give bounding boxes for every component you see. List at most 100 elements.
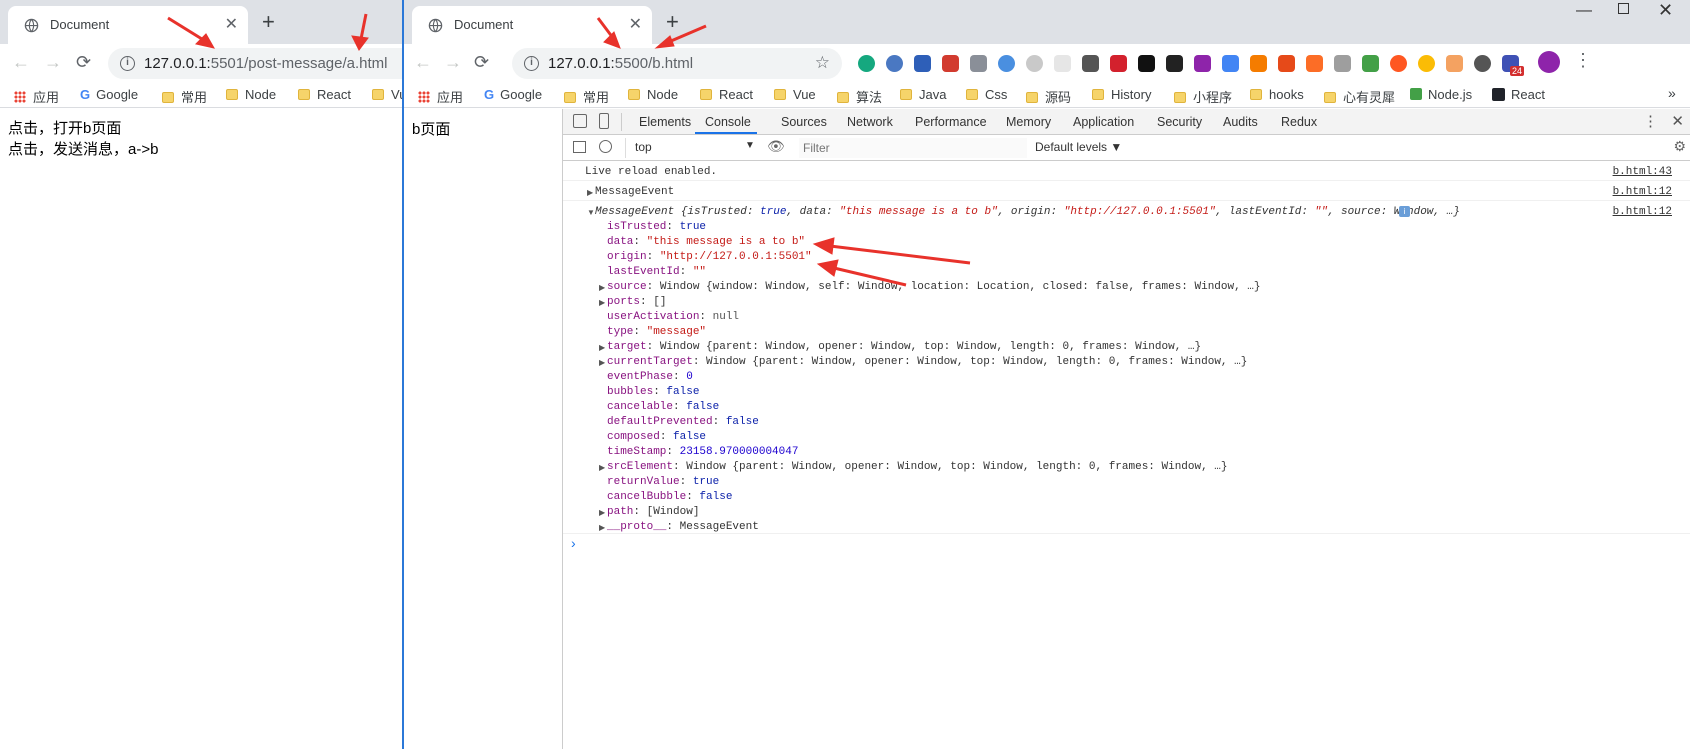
translate-icon[interactable] xyxy=(1222,55,1239,72)
settings-gear-icon[interactable]: ⚙ xyxy=(1673,138,1686,155)
pocket-icon[interactable] xyxy=(1474,55,1491,72)
extension-icon[interactable] xyxy=(942,55,959,72)
bookmark-folder[interactable]: Vue xyxy=(774,87,816,102)
expand-triangle-icon[interactable]: ▶ xyxy=(599,508,605,517)
bookmark-folder[interactable]: 常用 xyxy=(564,87,609,106)
bookmark-folder[interactable]: Css xyxy=(966,87,1007,102)
extension-icon[interactable] xyxy=(998,55,1015,72)
extension-icon[interactable] xyxy=(914,55,931,72)
extension-icon[interactable] xyxy=(1138,55,1155,72)
reload-icon[interactable]: ⟳ xyxy=(474,52,489,73)
expand-triangle-icon[interactable]: ▶ xyxy=(599,283,605,292)
inspect-icon[interactable] xyxy=(573,114,587,128)
tab-document[interactable]: Document ✕ xyxy=(8,6,248,44)
extension-icon[interactable] xyxy=(970,55,987,72)
bookmark-folder[interactable]: Java xyxy=(900,87,946,102)
extension-icon[interactable] xyxy=(1166,55,1183,72)
bookmark-folder[interactable]: Node xyxy=(226,87,276,102)
address-bar[interactable]: i 127.0.0.1:5501/post-message/a.html xyxy=(108,48,402,79)
tab-elements[interactable]: Elements xyxy=(639,115,691,129)
close-window-icon[interactable]: ✕ xyxy=(1658,0,1673,21)
extension-icon[interactable] xyxy=(886,55,903,72)
tab-performance[interactable]: Performance xyxy=(915,115,987,129)
back-icon[interactable]: ← xyxy=(414,52,432,73)
extension-icon[interactable] xyxy=(1250,55,1267,72)
expand-triangle-icon[interactable]: ▶ xyxy=(599,298,605,307)
maximize-icon[interactable] xyxy=(1618,3,1629,14)
grammarly-icon[interactable] xyxy=(858,55,875,72)
source-link[interactable]: b.html:43 xyxy=(1613,166,1672,178)
tab-document[interactable]: Document ✕ xyxy=(412,6,652,44)
close-tab-icon[interactable]: ✕ xyxy=(629,14,642,34)
tab-network[interactable]: Network xyxy=(847,115,893,129)
close-tab-icon[interactable]: ✕ xyxy=(225,14,238,34)
bookmark-google[interactable]: G Google xyxy=(484,87,542,102)
extension-icon[interactable] xyxy=(1390,55,1407,72)
bookmark-react[interactable]: React xyxy=(1492,87,1545,102)
source-link[interactable]: b.html:12 xyxy=(1613,186,1672,198)
bookmark-apps[interactable]: 应用 xyxy=(418,87,463,106)
source-link[interactable]: b.html:12 xyxy=(1613,206,1672,218)
send-message-link[interactable]: 点击，发送消息，a->b xyxy=(8,138,158,159)
eye-icon[interactable]: 👁 xyxy=(767,138,785,155)
extension-icon[interactable] xyxy=(1082,55,1099,72)
property-row[interactable]: path: [Window] xyxy=(607,506,699,518)
expand-triangle-icon[interactable]: ▶ xyxy=(599,343,605,352)
tab-security[interactable]: Security xyxy=(1157,115,1202,129)
bookmark-folder[interactable]: 常用 xyxy=(162,87,207,106)
context-select[interactable]: top xyxy=(635,140,652,154)
extension-icon[interactable] xyxy=(1446,55,1463,72)
extension-icon[interactable] xyxy=(1362,55,1379,72)
device-toolbar-icon[interactable] xyxy=(599,113,609,129)
property-row[interactable]: currentTarget: Window {parent: Window, o… xyxy=(607,356,1247,368)
expand-triangle-icon[interactable]: ▶ xyxy=(599,463,605,472)
new-tab-icon[interactable]: + xyxy=(262,9,275,35)
extension-icon[interactable] xyxy=(1334,55,1351,72)
open-b-page-link[interactable]: 点击，打开b页面 xyxy=(8,117,121,138)
tab-sources[interactable]: Sources xyxy=(781,115,827,129)
messageevent-summary[interactable]: MessageEvent {isTrusted: true, data: "th… xyxy=(595,206,1460,218)
info-icon[interactable]: i xyxy=(524,56,539,71)
star-icon[interactable]: ☆ xyxy=(815,53,830,73)
menu-icon[interactable]: ⋮ xyxy=(1574,50,1592,71)
expand-triangle-icon[interactable]: ▶ xyxy=(599,358,605,367)
forward-icon[interactable]: → xyxy=(444,52,462,73)
extension-icon[interactable] xyxy=(1054,55,1071,72)
property-row[interactable]: source: Window {window: Window, self: Wi… xyxy=(607,281,1261,293)
property-row[interactable]: ports: [] xyxy=(607,296,666,308)
bookmark-folder[interactable]: 源码 xyxy=(1026,87,1071,106)
tab-audits[interactable]: Audits xyxy=(1223,115,1258,129)
expand-triangle-icon[interactable]: ▶ xyxy=(599,523,605,532)
log-levels-select[interactable]: Default levels ▼ xyxy=(1035,140,1122,154)
bookmark-folder[interactable]: History xyxy=(1092,87,1151,102)
reload-icon[interactable]: ⟳ xyxy=(76,52,91,73)
new-tab-icon[interactable]: + xyxy=(666,9,679,35)
info-badge-icon[interactable]: i xyxy=(1399,206,1410,217)
forward-icon[interactable]: → xyxy=(44,52,62,73)
minimize-icon[interactable]: — xyxy=(1576,2,1592,20)
property-row[interactable]: srcElement: Window {parent: Window, open… xyxy=(607,461,1228,473)
tab-console[interactable]: Console xyxy=(705,115,751,129)
extension-icon[interactable] xyxy=(1194,55,1211,72)
bookmark-google[interactable]: G Google xyxy=(80,87,138,102)
tab-application[interactable]: Application xyxy=(1073,115,1134,129)
context-dropdown-icon[interactable]: ▼ xyxy=(745,140,755,151)
expand-triangle-icon[interactable]: ▶ xyxy=(587,188,593,197)
bookmark-folder[interactable]: Vu xyxy=(372,87,402,102)
extension-icon[interactable] xyxy=(1026,55,1043,72)
tab-redux[interactable]: Redux xyxy=(1281,115,1317,129)
avatar[interactable] xyxy=(1538,51,1560,73)
bookmark-folder[interactable]: React xyxy=(700,87,753,102)
devtools-menu-icon[interactable]: ⋮ xyxy=(1643,112,1658,130)
back-icon[interactable]: ← xyxy=(12,52,30,73)
bookmark-folder[interactable]: Node xyxy=(628,87,678,102)
sidebar-toggle-icon[interactable] xyxy=(573,141,586,153)
more-bookmarks-icon[interactable]: » xyxy=(1668,85,1676,101)
console-filter-input[interactable] xyxy=(799,138,1027,158)
info-icon[interactable]: i xyxy=(120,56,135,71)
bookmark-folder[interactable]: 小程序 xyxy=(1174,87,1232,106)
close-devtools-icon[interactable]: ✕ xyxy=(1671,112,1684,130)
property-row[interactable]: target: Window {parent: Window, opener: … xyxy=(607,341,1201,353)
bookmark-apps[interactable]: 应用 xyxy=(14,87,59,106)
gitlab-icon[interactable] xyxy=(1306,55,1323,72)
